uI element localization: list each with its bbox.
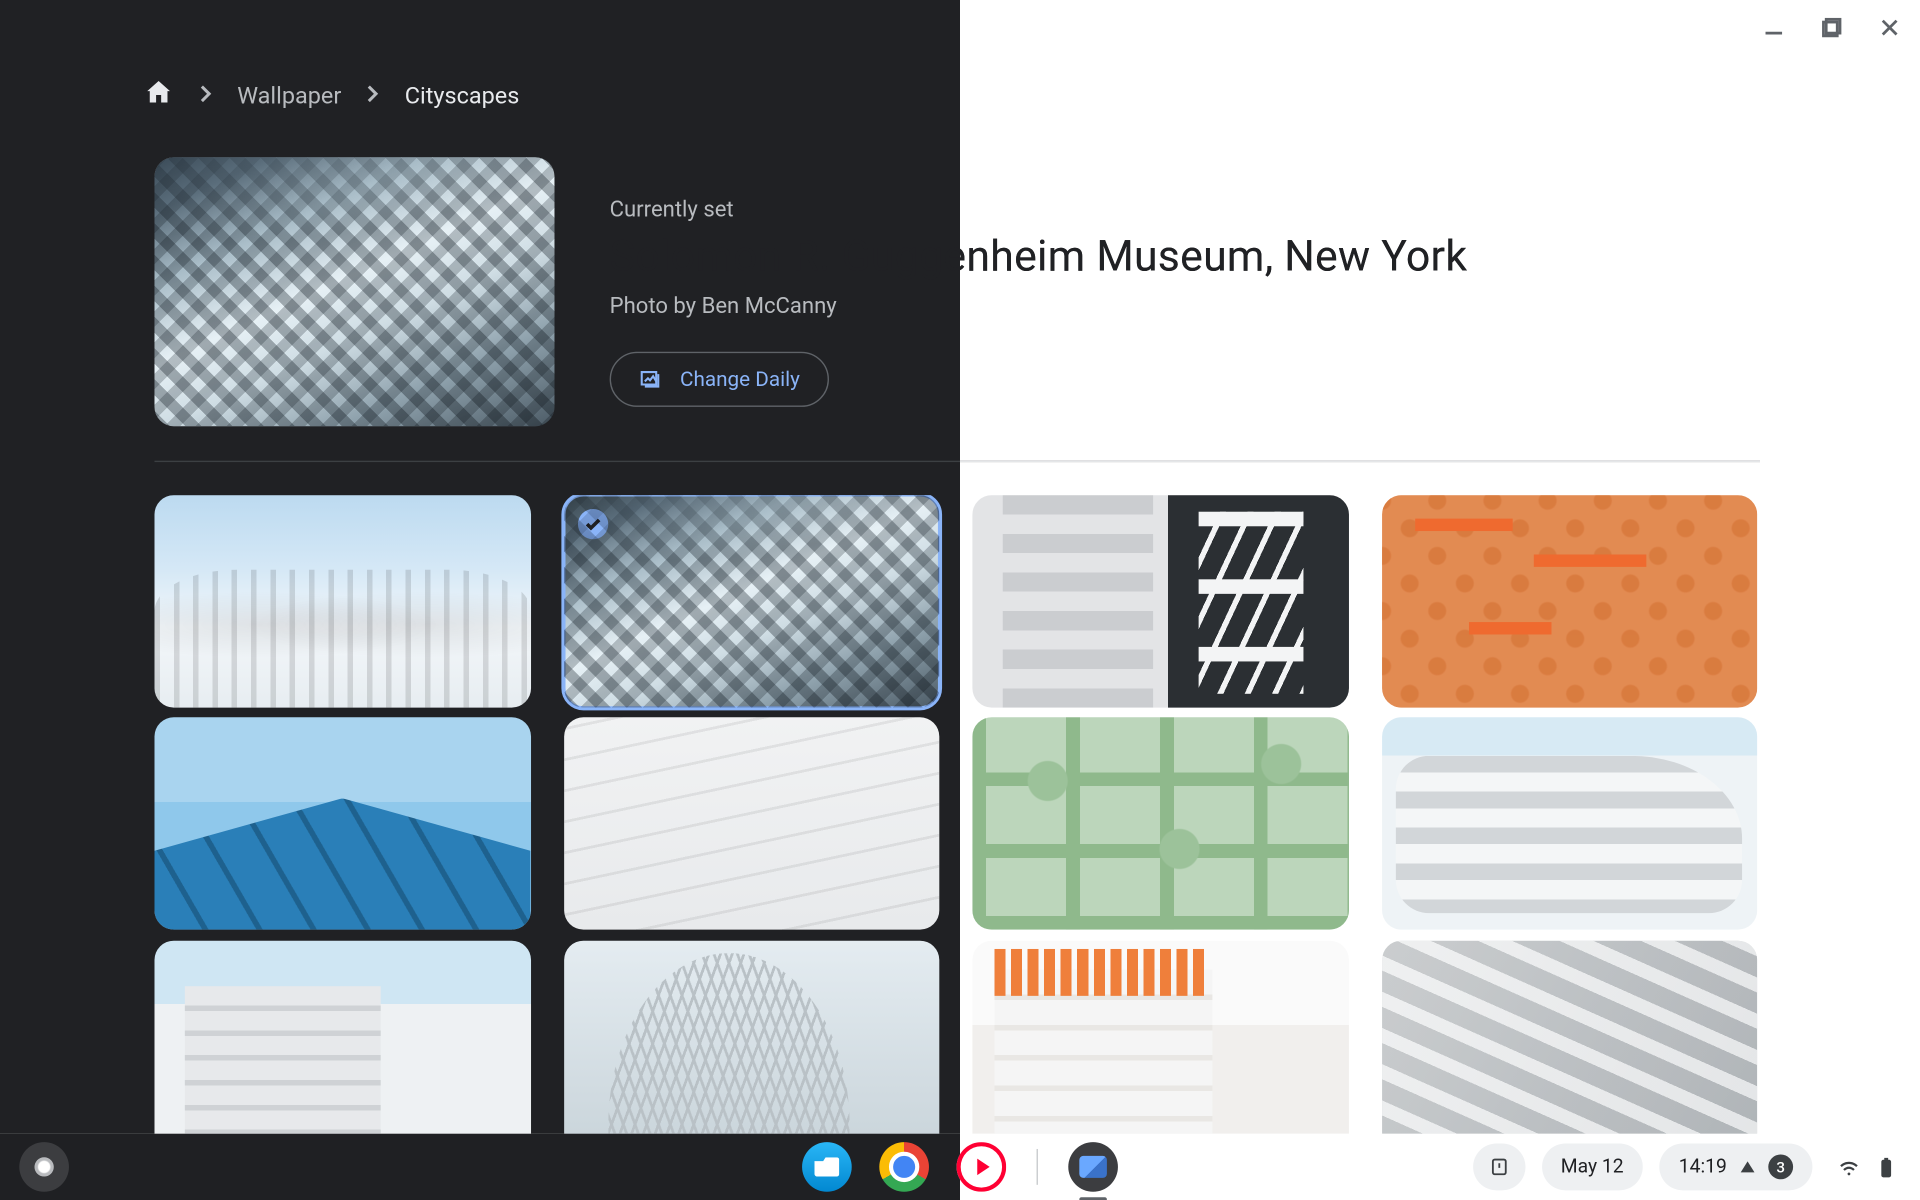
chevron-right-icon <box>196 82 215 110</box>
stylus-tools-button[interactable] <box>1472 1143 1524 1190</box>
shelf-time: 14:19 <box>1679 1156 1727 1178</box>
breadcrumb: Wallpaper Cityscapes <box>143 77 519 114</box>
launcher-icon <box>34 1157 53 1176</box>
wallpaper-picker-window: Wallpaper Cityscapes Currently set Solom… <box>0 0 1920 1134</box>
minimize-button[interactable] <box>1754 8 1793 47</box>
breadcrumb-home[interactable] <box>143 77 173 114</box>
chevron-right-icon <box>363 82 382 110</box>
wallpaper-tile[interactable] <box>154 718 530 930</box>
current-wallpaper-preview <box>154 157 554 426</box>
wallpaper-tile[interactable] <box>972 940 1348 1134</box>
shelf-date: May 12 <box>1561 1156 1624 1178</box>
home-icon <box>143 77 173 107</box>
wallpaper-tile[interactable] <box>563 940 939 1134</box>
currently-set-label: Currently set <box>610 196 1760 222</box>
current-wallpaper-header: Currently set Solomon R. Guggenheim Muse… <box>154 157 1760 426</box>
wallpaper-tile[interactable] <box>1381 718 1757 930</box>
wallpaper-tile[interactable] <box>154 940 530 1134</box>
youtube-music-app-icon[interactable] <box>957 1142 1007 1192</box>
breadcrumb-cityscapes[interactable]: Cityscapes <box>405 82 520 110</box>
calendar-button[interactable]: May 12 <box>1541 1143 1642 1190</box>
caret-up-icon <box>1741 1161 1755 1172</box>
wallpaper-tile[interactable] <box>563 718 939 930</box>
header-divider <box>960 461 1760 462</box>
wallpaper-tile[interactable] <box>154 495 530 707</box>
shelf-separator <box>1037 1149 1038 1185</box>
close-button[interactable] <box>1870 8 1909 47</box>
files-app-icon[interactable] <box>802 1142 852 1192</box>
maximize-button[interactable] <box>1812 8 1851 47</box>
shelf: May 12 14:19 3 <box>0 1134 1920 1200</box>
wallpaper-app-icon[interactable] <box>1068 1142 1118 1192</box>
notification-count-badge: 3 <box>1768 1154 1793 1179</box>
battery-icon <box>1874 1155 1897 1178</box>
current-wallpaper-title: Solomon R. Guggenheim Museum, New York S… <box>610 230 1760 281</box>
status-tray: May 12 14:19 3 <box>1472 1134 1906 1200</box>
selected-check-icon <box>577 509 607 539</box>
status-icons[interactable] <box>1829 1155 1906 1178</box>
wallpaper-tile[interactable] <box>1381 495 1757 707</box>
current-wallpaper-credit: Photo by Ben McCanny <box>610 292 1760 318</box>
current-wallpaper-meta: Currently set Solomon R. Guggenheim Muse… <box>610 157 1760 426</box>
wifi-icon <box>1837 1155 1860 1178</box>
wallpaper-grid <box>154 495 1757 1134</box>
status-area-button[interactable]: 14:19 3 <box>1659 1143 1812 1190</box>
wallpaper-tile[interactable] <box>563 495 939 707</box>
shelf-pinned-apps <box>802 1142 1118 1192</box>
slideshow-icon <box>639 367 664 392</box>
chrome-app-icon[interactable] <box>879 1142 929 1192</box>
change-daily-button[interactable]: Change Daily <box>610 352 829 407</box>
change-daily-label: Change Daily <box>680 367 800 392</box>
wallpaper-tile[interactable] <box>972 718 1348 930</box>
wallpaper-tile[interactable] <box>972 495 1348 707</box>
breadcrumb-wallpaper[interactable]: Wallpaper <box>237 82 341 110</box>
launcher-button[interactable] <box>19 1142 69 1192</box>
wallpaper-tile[interactable] <box>1381 940 1757 1134</box>
window-controls <box>1754 8 1908 47</box>
